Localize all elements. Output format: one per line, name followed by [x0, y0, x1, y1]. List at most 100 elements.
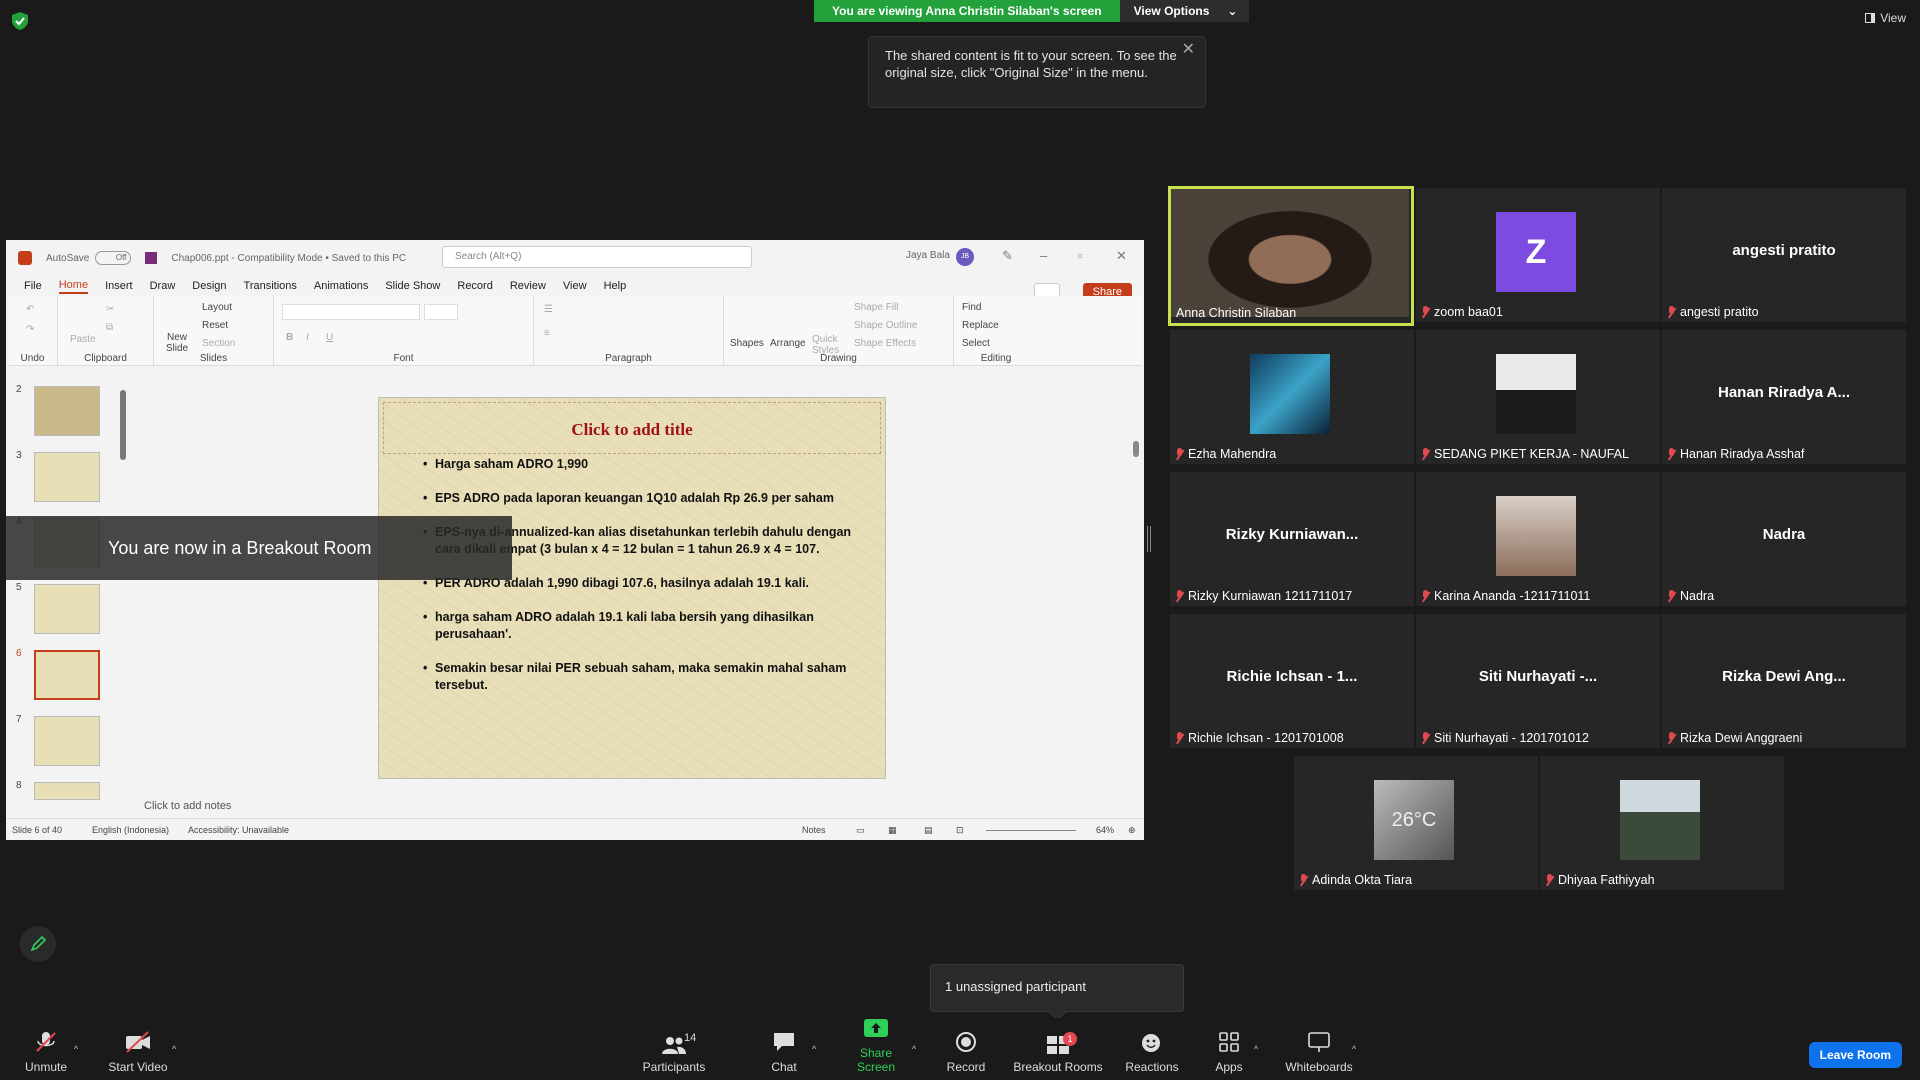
normal-view-icon[interactable]: ▭: [856, 825, 865, 836]
video-tile[interactable]: Nadra Nadra: [1662, 472, 1906, 606]
participants-button[interactable]: 14 Participants: [640, 1032, 708, 1074]
video-tile[interactable]: Richie Ichsan - 1... Richie Ichsan - 120…: [1170, 614, 1414, 748]
share-screen-button[interactable]: Share Screen: [840, 1017, 912, 1074]
menu-help[interactable]: Help: [604, 280, 627, 292]
chat-options-caret[interactable]: ^: [812, 1044, 816, 1054]
slide-thumbnail[interactable]: [34, 386, 100, 436]
record-button[interactable]: Record: [944, 1031, 988, 1074]
section-button[interactable]: Section: [202, 338, 235, 349]
video-tile[interactable]: angesti pratito angesti pratito: [1662, 188, 1906, 322]
close-window-icon[interactable]: ✕: [1116, 248, 1127, 264]
zoom-level[interactable]: 64%: [1096, 825, 1114, 835]
unassigned-participant-popup[interactable]: 1 unassigned participant: [930, 964, 1184, 1012]
slideshow-icon[interactable]: ⊡: [956, 825, 964, 836]
video-tile[interactable]: Rizky Kurniawan... Rizky Kurniawan 12117…: [1170, 472, 1414, 606]
copy-icon[interactable]: ⧉: [106, 322, 113, 333]
slide-thumbnail[interactable]: [34, 782, 100, 800]
shape-outline-button[interactable]: Shape Outline: [854, 320, 917, 331]
split-view-divider[interactable]: [1147, 526, 1151, 552]
reset-button[interactable]: Reset: [202, 320, 228, 331]
paste-button[interactable]: Paste: [70, 334, 96, 345]
menu-file[interactable]: File: [24, 280, 42, 292]
menu-home[interactable]: Home: [58, 279, 89, 294]
shape-fill-button[interactable]: Shape Fill: [854, 302, 898, 313]
new-slide-button[interactable]: New Slide: [160, 332, 194, 354]
video-tile[interactable]: Ezha Mahendra: [1170, 330, 1414, 464]
replace-button[interactable]: Replace: [962, 320, 999, 331]
unmute-button[interactable]: Unmute: [20, 1031, 72, 1074]
find-button[interactable]: Find: [962, 302, 981, 313]
slide-thumbnail[interactable]: [34, 584, 100, 634]
accessibility-status[interactable]: Accessibility: Unavailable: [188, 825, 289, 835]
arrange-button[interactable]: Arrange: [770, 338, 806, 349]
video-tile[interactable]: Dhiyaa Fathiyyah: [1540, 756, 1784, 890]
ppt-search-input[interactable]: Search (Alt+Q): [442, 246, 752, 268]
minimize-icon[interactable]: –: [1040, 248, 1047, 263]
audio-options-caret[interactable]: ^: [74, 1044, 78, 1054]
reading-view-icon[interactable]: ▤: [924, 825, 933, 836]
save-icon[interactable]: [145, 252, 158, 264]
video-tile[interactable]: Rizka Dewi Ang... Rizka Dewi Anggraeni: [1662, 614, 1906, 748]
align-left-icon[interactable]: ≡: [544, 328, 550, 339]
font-size-select[interactable]: [424, 304, 458, 320]
reactions-button[interactable]: Reactions: [1124, 1031, 1180, 1074]
chat-button[interactable]: Chat: [766, 1031, 802, 1074]
view-options-button[interactable]: View Options ⌄: [1119, 0, 1250, 22]
whiteboards-button[interactable]: Whiteboards: [1282, 1031, 1356, 1074]
view-button[interactable]: View: [1865, 11, 1906, 25]
menu-review[interactable]: Review: [510, 280, 546, 292]
bullets-icon[interactable]: ☰: [544, 304, 553, 315]
video-tile[interactable]: SEDANG PIKET KERJA - NAUFAL: [1416, 330, 1660, 464]
cut-icon[interactable]: ✂: [106, 304, 114, 315]
menu-design[interactable]: Design: [192, 280, 226, 292]
slide-scrollbar[interactable]: [1132, 397, 1140, 779]
ppt-user-avatar[interactable]: JB: [956, 248, 974, 266]
underline-icon[interactable]: U: [326, 332, 333, 343]
slide-thumbnail[interactable]: [34, 452, 100, 502]
apps-options-caret[interactable]: ^: [1254, 1044, 1258, 1054]
share-options-caret[interactable]: ^: [912, 1044, 916, 1054]
whiteboards-options-caret[interactable]: ^: [1352, 1044, 1356, 1054]
apps-button[interactable]: Apps: [1214, 1031, 1244, 1074]
slide-bullet-list[interactable]: Harga saham ADRO 1,990 EPS ADRO pada lap…: [423, 456, 855, 711]
video-tile[interactable]: Hanan Riradya A... Hanan Riradya Asshaf: [1662, 330, 1906, 464]
slide-canvas[interactable]: Click to add title Harga saham ADRO 1,99…: [378, 397, 886, 779]
slide-title-placeholder[interactable]: Click to add title: [379, 420, 885, 440]
slide-thumbnail-pane[interactable]: 2 3 4 5 6 7 8: [6, 384, 136, 804]
notes-placeholder[interactable]: Click to add notes: [144, 800, 231, 812]
font-name-select[interactable]: [282, 304, 420, 320]
annotate-button[interactable]: [20, 926, 56, 962]
start-video-button[interactable]: Start Video: [106, 1031, 170, 1074]
zoom-slider[interactable]: [986, 830, 1076, 831]
bold-icon[interactable]: B: [286, 332, 293, 343]
pen-icon[interactable]: ✎: [1002, 248, 1013, 264]
menu-view[interactable]: View: [563, 280, 587, 292]
language-status[interactable]: English (Indonesia): [92, 825, 169, 835]
scroll-thumb[interactable]: [1133, 441, 1139, 457]
slide-thumbnail[interactable]: [34, 716, 100, 766]
close-icon[interactable]: ✕: [1182, 41, 1195, 58]
fit-slide-icon[interactable]: ⊕: [1128, 825, 1136, 836]
select-button[interactable]: Select: [962, 338, 990, 349]
notes-toggle[interactable]: Notes: [802, 825, 826, 835]
security-shield-icon[interactable]: [12, 12, 28, 30]
maximize-icon[interactable]: ▫: [1078, 248, 1083, 263]
autosave-toggle[interactable]: Off: [95, 251, 132, 265]
video-tile[interactable]: 26°C Adinda Okta Tiara: [1294, 756, 1538, 890]
slide-thumbnail-selected[interactable]: [34, 650, 100, 700]
menu-slide-show[interactable]: Slide Show: [385, 280, 440, 292]
italic-icon[interactable]: I: [306, 332, 309, 343]
menu-record[interactable]: Record: [457, 280, 492, 292]
shapes-button[interactable]: Shapes: [730, 338, 764, 349]
undo-icon[interactable]: ↶: [26, 304, 34, 315]
video-tile-active-speaker[interactable]: Anna Christin Silaban: [1168, 186, 1414, 326]
menu-draw[interactable]: Draw: [150, 280, 176, 292]
menu-transitions[interactable]: Transitions: [244, 280, 297, 292]
redo-icon[interactable]: ↷: [26, 324, 34, 335]
breakout-rooms-button[interactable]: 1 Breakout Rooms: [1012, 1032, 1104, 1074]
menu-animations[interactable]: Animations: [314, 280, 368, 292]
leave-room-button[interactable]: Leave Room: [1808, 1042, 1902, 1068]
shape-effects-button[interactable]: Shape Effects: [854, 338, 916, 349]
layout-button[interactable]: Layout: [202, 302, 232, 313]
thumbnail-scrollbar[interactable]: [120, 390, 126, 460]
